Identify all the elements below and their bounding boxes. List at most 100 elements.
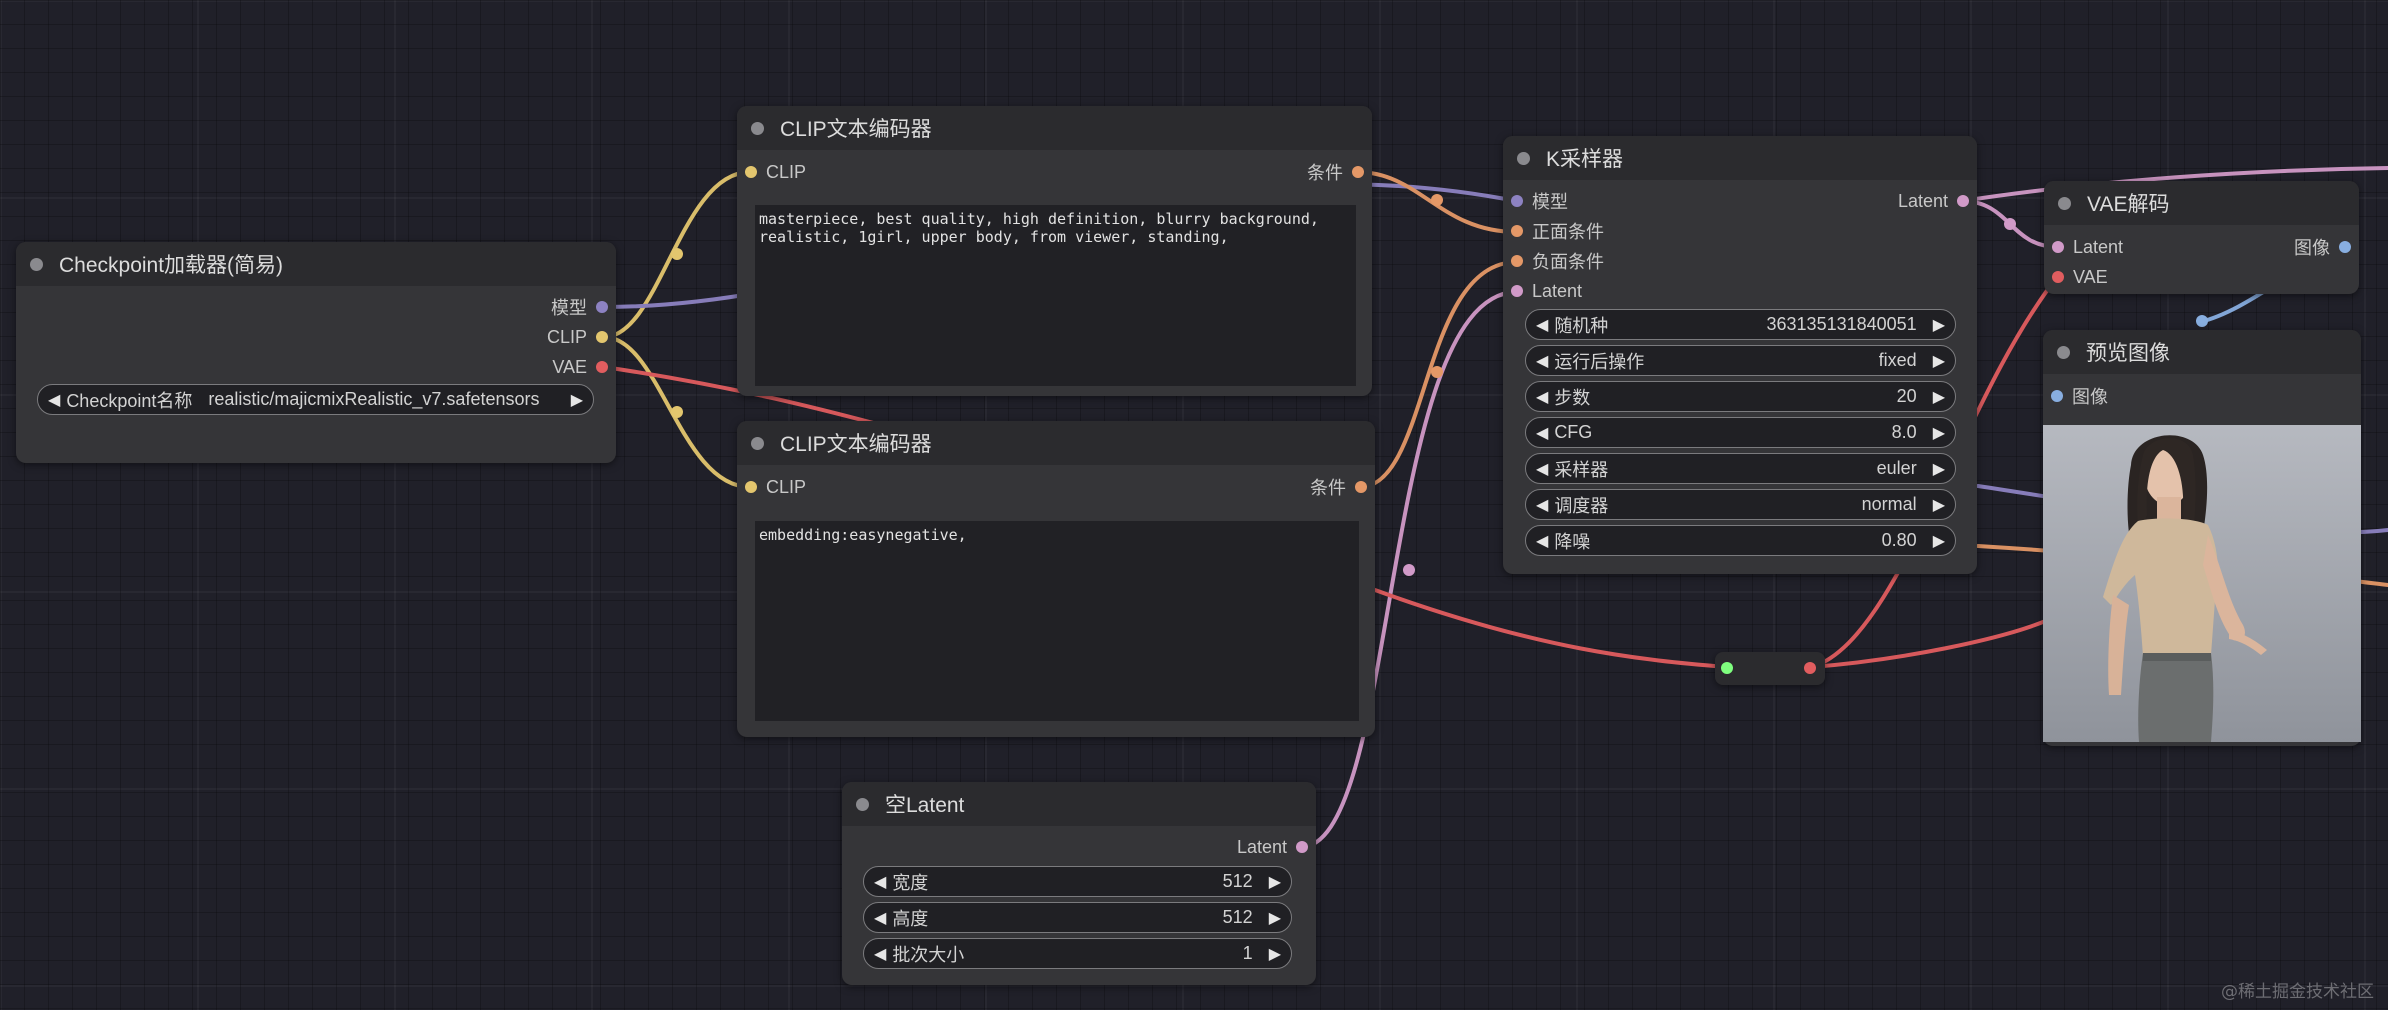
decrement-arrow-icon[interactable]: ◀ <box>1536 423 1548 443</box>
decrement-arrow-icon[interactable]: ◀ <box>1536 459 1548 479</box>
decrement-arrow-icon[interactable]: ◀ <box>1536 315 1548 335</box>
node-header[interactable]: K采样器 <box>1503 136 1977 180</box>
output-slot-image[interactable]: 图像 <box>2294 235 2351 259</box>
reroute-output-dot-icon[interactable] <box>1804 662 1816 674</box>
slot-dot-icon[interactable] <box>745 481 757 493</box>
collapse-dot-icon[interactable] <box>30 257 43 271</box>
output-slot-clip[interactable]: CLIP <box>547 325 608 349</box>
increment-arrow-icon[interactable]: ▶ <box>1269 944 1281 964</box>
ksampler-node[interactable]: K采样器 模型 正面条件 负面条件 Latent Latent ◀ 随机种 36… <box>1503 136 1977 574</box>
node-title: 预览图像 <box>2086 342 2170 365</box>
slot-dot-icon[interactable] <box>1352 166 1364 178</box>
decrement-arrow-icon[interactable]: ◀ <box>1536 351 1548 371</box>
reroute-node[interactable] <box>1715 652 1825 685</box>
slot-label: CLIP <box>546 326 587 347</box>
prompt-textarea[interactable]: embedding:easynegative, <box>755 521 1359 721</box>
slot-dot-icon[interactable] <box>596 331 608 343</box>
slot-dot-icon[interactable] <box>745 166 757 178</box>
increment-arrow-icon[interactable]: ▶ <box>1933 351 1945 371</box>
decrement-arrow-icon[interactable]: ◀ <box>1536 531 1548 551</box>
decrement-arrow-icon[interactable]: ◀ <box>1536 495 1548 515</box>
slot-label: CLIP <box>766 476 807 497</box>
input-slot-vae[interactable]: VAE <box>2052 265 2108 289</box>
empty-latent-node[interactable]: 空Latent Latent ◀ 宽度 512 ▶ ◀ 高度 512 ▶ ◀ 批… <box>842 782 1316 985</box>
increment-arrow-icon[interactable]: ▶ <box>1933 387 1945 407</box>
clip-text-encode-negative-node[interactable]: CLIP文本编码器 CLIP 条件 embedding:easynegative… <box>737 421 1375 737</box>
input-slot-image[interactable]: 图像 <box>2051 384 2108 408</box>
input-slot-negative[interactable]: 负面条件 <box>1511 249 1604 273</box>
slot-label: 负面条件 <box>1532 252 1604 272</box>
slot-label: 模型 <box>551 298 587 318</box>
node-header[interactable]: 预览图像 <box>2043 330 2361 374</box>
output-slot-latent[interactable]: Latent <box>1237 835 1308 859</box>
output-slot-vae[interactable]: VAE <box>552 355 608 379</box>
slot-dot-icon[interactable] <box>1511 195 1523 207</box>
steps-widget[interactable]: ◀ 步数 20 ▶ <box>1525 381 1956 412</box>
batch-size-widget[interactable]: ◀ 批次大小 1 ▶ <box>863 938 1292 969</box>
slot-dot-icon[interactable] <box>596 361 608 373</box>
collapse-dot-icon[interactable] <box>2058 196 2071 210</box>
slot-dot-icon[interactable] <box>2052 271 2064 283</box>
input-slot-positive[interactable]: 正面条件 <box>1511 219 1604 243</box>
height-widget[interactable]: ◀ 高度 512 ▶ <box>863 902 1292 933</box>
input-slot-latent[interactable]: Latent <box>2052 235 2123 259</box>
preview-image[interactable] <box>2043 425 2361 742</box>
checkpoint-loader-node[interactable]: Checkpoint加载器(简易) 模型 CLIP VAE ◀ Checkpoi… <box>16 242 616 463</box>
slot-dot-icon[interactable] <box>2339 241 2351 253</box>
increment-arrow-icon[interactable]: ▶ <box>1933 315 1945 335</box>
output-slot-latent[interactable]: Latent <box>1898 189 1969 213</box>
input-slot-clip[interactable]: CLIP <box>745 160 806 184</box>
clip-text-encode-positive-node[interactable]: CLIP文本编码器 CLIP 条件 masterpiece, best qual… <box>737 106 1372 396</box>
output-slot-conditioning[interactable]: 条件 <box>1307 160 1364 184</box>
collapse-dot-icon[interactable] <box>856 797 869 811</box>
decrement-arrow-icon[interactable]: ◀ <box>1536 387 1548 407</box>
input-slot-latent[interactable]: Latent <box>1511 279 1582 303</box>
slot-dot-icon[interactable] <box>1511 255 1523 267</box>
increment-arrow-icon[interactable]: ▶ <box>1933 531 1945 551</box>
slot-dot-icon[interactable] <box>596 301 608 313</box>
reroute-input-dot-icon[interactable] <box>1721 662 1733 674</box>
node-header[interactable]: 空Latent <box>842 782 1316 826</box>
slot-dot-icon[interactable] <box>1296 841 1308 853</box>
output-slot-conditioning[interactable]: 条件 <box>1310 475 1367 499</box>
width-widget[interactable]: ◀ 宽度 512 ▶ <box>863 866 1292 897</box>
decrement-arrow-icon[interactable]: ◀ <box>874 908 886 928</box>
slot-dot-icon[interactable] <box>2052 241 2064 253</box>
output-slot-model[interactable]: 模型 <box>551 295 608 319</box>
increment-arrow-icon[interactable]: ▶ <box>1933 459 1945 479</box>
node-header[interactable]: Checkpoint加载器(简易) <box>16 242 616 286</box>
checkpoint-name-combo[interactable]: ◀ Checkpoint名称 realistic/majicmixRealist… <box>37 384 594 415</box>
slot-dot-icon[interactable] <box>1355 481 1367 493</box>
input-slot-clip[interactable]: CLIP <box>745 475 806 499</box>
increment-arrow-icon[interactable]: ▶ <box>571 390 583 410</box>
decrement-arrow-icon[interactable]: ◀ <box>48 390 60 410</box>
slot-dot-icon[interactable] <box>1511 225 1523 237</box>
slot-dot-icon[interactable] <box>1957 195 1969 207</box>
vae-decode-node[interactable]: VAE解码 Latent VAE 图像 <box>2044 181 2359 294</box>
decrement-arrow-icon[interactable]: ◀ <box>874 944 886 964</box>
input-slot-model[interactable]: 模型 <box>1511 189 1568 213</box>
collapse-dot-icon[interactable] <box>1517 151 1530 165</box>
node-header[interactable]: VAE解码 <box>2044 181 2359 225</box>
slot-dot-icon[interactable] <box>1511 285 1523 297</box>
collapse-dot-icon[interactable] <box>751 121 764 135</box>
increment-arrow-icon[interactable]: ▶ <box>1269 872 1281 892</box>
node-header[interactable]: CLIP文本编码器 <box>737 421 1375 465</box>
slot-dot-icon[interactable] <box>2051 390 2063 402</box>
scheduler-widget[interactable]: ◀ 调度器 normal ▶ <box>1525 489 1956 520</box>
control-after-generate-widget[interactable]: ◀ 运行后操作 fixed ▶ <box>1525 345 1956 376</box>
slot-label: VAE <box>552 356 587 377</box>
node-header[interactable]: CLIP文本编码器 <box>737 106 1372 150</box>
denoise-widget[interactable]: ◀ 降噪 0.80 ▶ <box>1525 525 1956 556</box>
increment-arrow-icon[interactable]: ▶ <box>1933 495 1945 515</box>
seed-widget[interactable]: ◀ 随机种 363135131840051 ▶ <box>1525 309 1956 340</box>
increment-arrow-icon[interactable]: ▶ <box>1933 423 1945 443</box>
collapse-dot-icon[interactable] <box>2057 345 2070 359</box>
sampler-name-widget[interactable]: ◀ 采样器 euler ▶ <box>1525 453 1956 484</box>
cfg-widget[interactable]: ◀ CFG 8.0 ▶ <box>1525 417 1956 448</box>
prompt-textarea[interactable]: masterpiece, best quality, high definiti… <box>755 205 1356 386</box>
increment-arrow-icon[interactable]: ▶ <box>1269 908 1281 928</box>
decrement-arrow-icon[interactable]: ◀ <box>874 872 886 892</box>
preview-image-node[interactable]: 预览图像 图像 <box>2043 330 2361 746</box>
collapse-dot-icon[interactable] <box>751 436 764 450</box>
